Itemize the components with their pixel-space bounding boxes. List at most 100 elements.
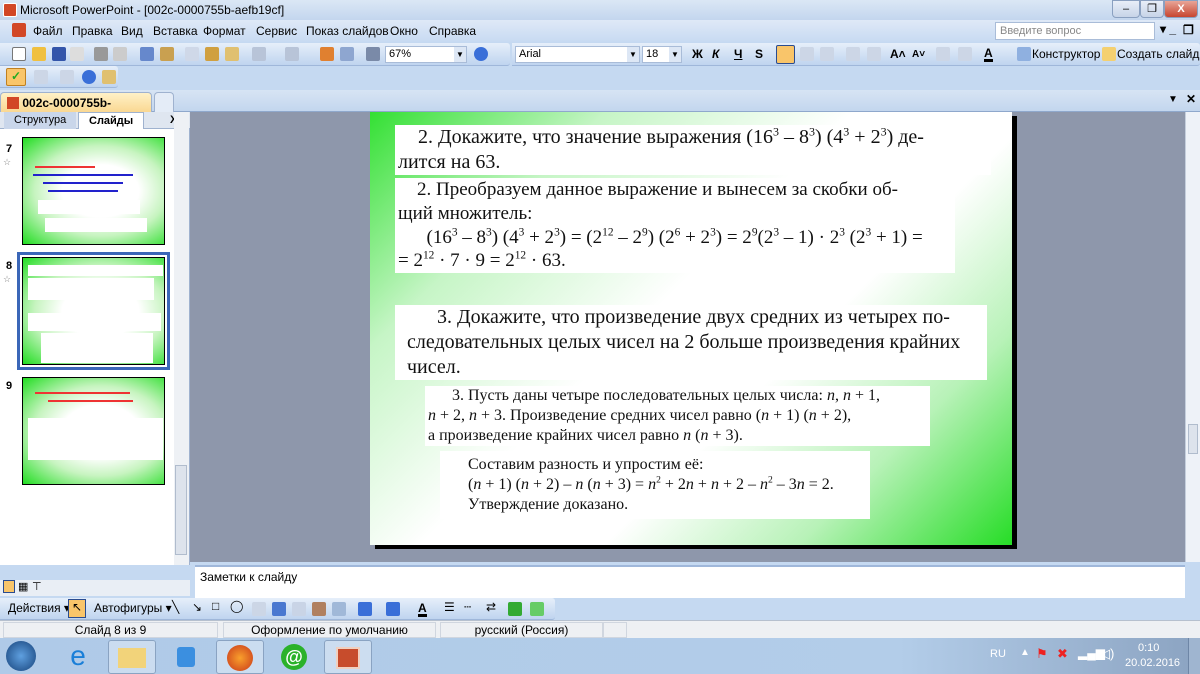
show-desktop-button[interactable] [1188,638,1200,674]
menu-file[interactable]: Файл [33,24,63,38]
power-icon[interactable]: ✖ [1057,646,1068,662]
zoom-select[interactable]: 67% ▼ [385,46,467,63]
font-size-select[interactable]: 18 ▼ [642,46,682,63]
clock-date[interactable]: 20.02.2016 [1125,657,1180,669]
decrease-font-icon[interactable]: A˅ [912,49,925,60]
shadow-icon[interactable] [508,602,522,616]
doc-minimize-icon[interactable]: ▾ _ [1160,22,1176,36]
font-color-icon[interactable]: A [418,602,427,617]
menu-help[interactable]: Справка [429,24,476,38]
shadow-button[interactable]: S [755,47,763,61]
firefox-icon[interactable] [216,640,264,674]
bold-button[interactable]: Ж [692,47,703,61]
slide-sorter-icon[interactable]: ▦ [18,580,28,593]
media-player-icon[interactable] [162,640,210,674]
designer-button[interactable]: Конструктор [1032,47,1100,61]
increase-font-icon[interactable]: A˄ [890,47,906,61]
doc-restore-icon[interactable]: ❐ [1183,23,1194,37]
open-icon[interactable] [32,47,46,61]
document-tab[interactable]: 002c-0000755b-aefb19cf × [0,92,152,124]
new-tab-button[interactable] [154,92,174,112]
maximize-button[interactable]: ❐ [1140,0,1164,18]
oval-icon[interactable]: ◯ [230,599,243,613]
tab-slides[interactable]: Слайды [78,112,145,129]
slide-canvas[interactable]: 2. Докажите, что значение выражения (16 3… [370,112,1012,545]
action-center-icon[interactable]: ⚑ [1036,646,1048,662]
help-icon[interactable] [82,70,96,84]
language-indicator[interactable]: RU [990,648,1006,660]
spelling-icon[interactable] [140,47,154,61]
numbering-icon[interactable] [846,47,860,61]
tab-menu-icon[interactable]: ▼ [1168,94,1178,105]
save-icon[interactable] [52,47,66,61]
paste-icon[interactable] [205,47,219,61]
increase-indent-icon[interactable] [958,47,972,61]
redo-icon[interactable] [285,47,299,61]
volume-icon[interactable]: ◁) [1100,646,1114,662]
menu-slideshow[interactable]: Показ слайдов [306,24,389,38]
print-preview-icon[interactable] [113,47,127,61]
autoshapes-menu[interactable]: Автофигуры ▾ [94,601,172,615]
textbox-icon[interactable] [252,602,266,616]
arrow-icon[interactable]: ↘ [192,600,202,614]
explorer-icon[interactable] [108,640,156,674]
grid-icon[interactable] [366,47,380,61]
actions-menu[interactable]: Действия ▾ [8,601,70,615]
check-icon[interactable]: ✓ [6,68,26,86]
italic-button[interactable]: К [712,47,719,61]
internet-explorer-icon[interactable]: e [54,640,102,674]
text-block-solution3[interactable]: 3. Пусть даны четыре последовательных це… [425,386,930,446]
clock-time[interactable]: 0:10 [1138,642,1159,654]
chart-icon[interactable] [320,47,334,61]
align-right-icon[interactable] [820,47,834,61]
copy-icon[interactable] [185,47,199,61]
decrease-indent-icon[interactable] [936,47,950,61]
editor-scrollbar[interactable] [1185,112,1200,562]
menu-tools[interactable]: Сервис [256,24,297,38]
rectangle-icon[interactable]: □ [212,599,219,613]
pane-scrollbar[interactable] [174,112,189,565]
notes-field[interactable]: Заметки к слайду [195,565,1185,598]
minimize-button[interactable]: – [1112,0,1140,18]
line-style-icon[interactable]: ☰ [444,600,455,614]
comment-icon[interactable] [60,70,74,84]
research-icon[interactable] [160,47,174,61]
line-color-icon[interactable] [386,602,400,616]
align-center-icon[interactable] [800,47,814,61]
fill-color-icon[interactable] [358,602,372,616]
underline-button[interactable]: Ч [734,47,742,61]
menu-view[interactable]: Вид [121,24,143,38]
slide-thumbnail-9[interactable] [22,377,165,485]
align-left-icon[interactable] [776,45,795,64]
line-icon[interactable]: ╲ [172,600,179,614]
close-window-icon[interactable]: ✕ [1186,92,1196,106]
format-painter-icon[interactable] [225,47,239,61]
mail-agent-icon[interactable]: @ [270,640,318,674]
select-pointer-icon[interactable]: ↖ [68,599,86,618]
permission-icon[interactable] [70,47,84,61]
close-button[interactable]: X [1164,0,1198,18]
start-button[interactable] [6,641,36,671]
wordart-icon[interactable] [272,602,286,616]
text-block-task2[interactable]: 2. Докажите, что значение выражения (163… [395,125,991,175]
print-icon[interactable] [94,47,108,61]
new-icon[interactable] [12,47,26,61]
menu-window[interactable]: Окно [390,24,418,38]
new-slide-button[interactable]: Создать слайд [1117,47,1199,61]
clipart-icon[interactable] [312,602,326,616]
arrow-style-icon[interactable]: ⇄ [486,600,496,614]
text-block-conclusion[interactable]: Составим разность и упростим её: (n + 1) … [440,451,870,519]
text-block-solution2[interactable]: 2. Преобразуем данное выражение и вынесе… [395,178,955,273]
menu-insert[interactable]: Вставка [153,24,198,38]
powerpoint-taskbar-icon[interactable] [324,640,372,674]
3d-icon[interactable] [530,602,544,616]
font-select[interactable]: Arial ▼ [515,46,640,63]
slide-thumbnail-7[interactable] [22,137,165,245]
bullets-icon[interactable] [867,47,881,61]
tab-outline[interactable]: Структура [4,112,77,129]
edit-icon[interactable] [102,70,116,84]
font-color-icon[interactable]: A [984,47,993,62]
show-hidden-icons[interactable]: ▲ [1020,647,1030,658]
text-block-task3[interactable]: 3. Докажите, что произведение двух средн… [395,305,987,380]
diagram-icon[interactable] [292,602,306,616]
